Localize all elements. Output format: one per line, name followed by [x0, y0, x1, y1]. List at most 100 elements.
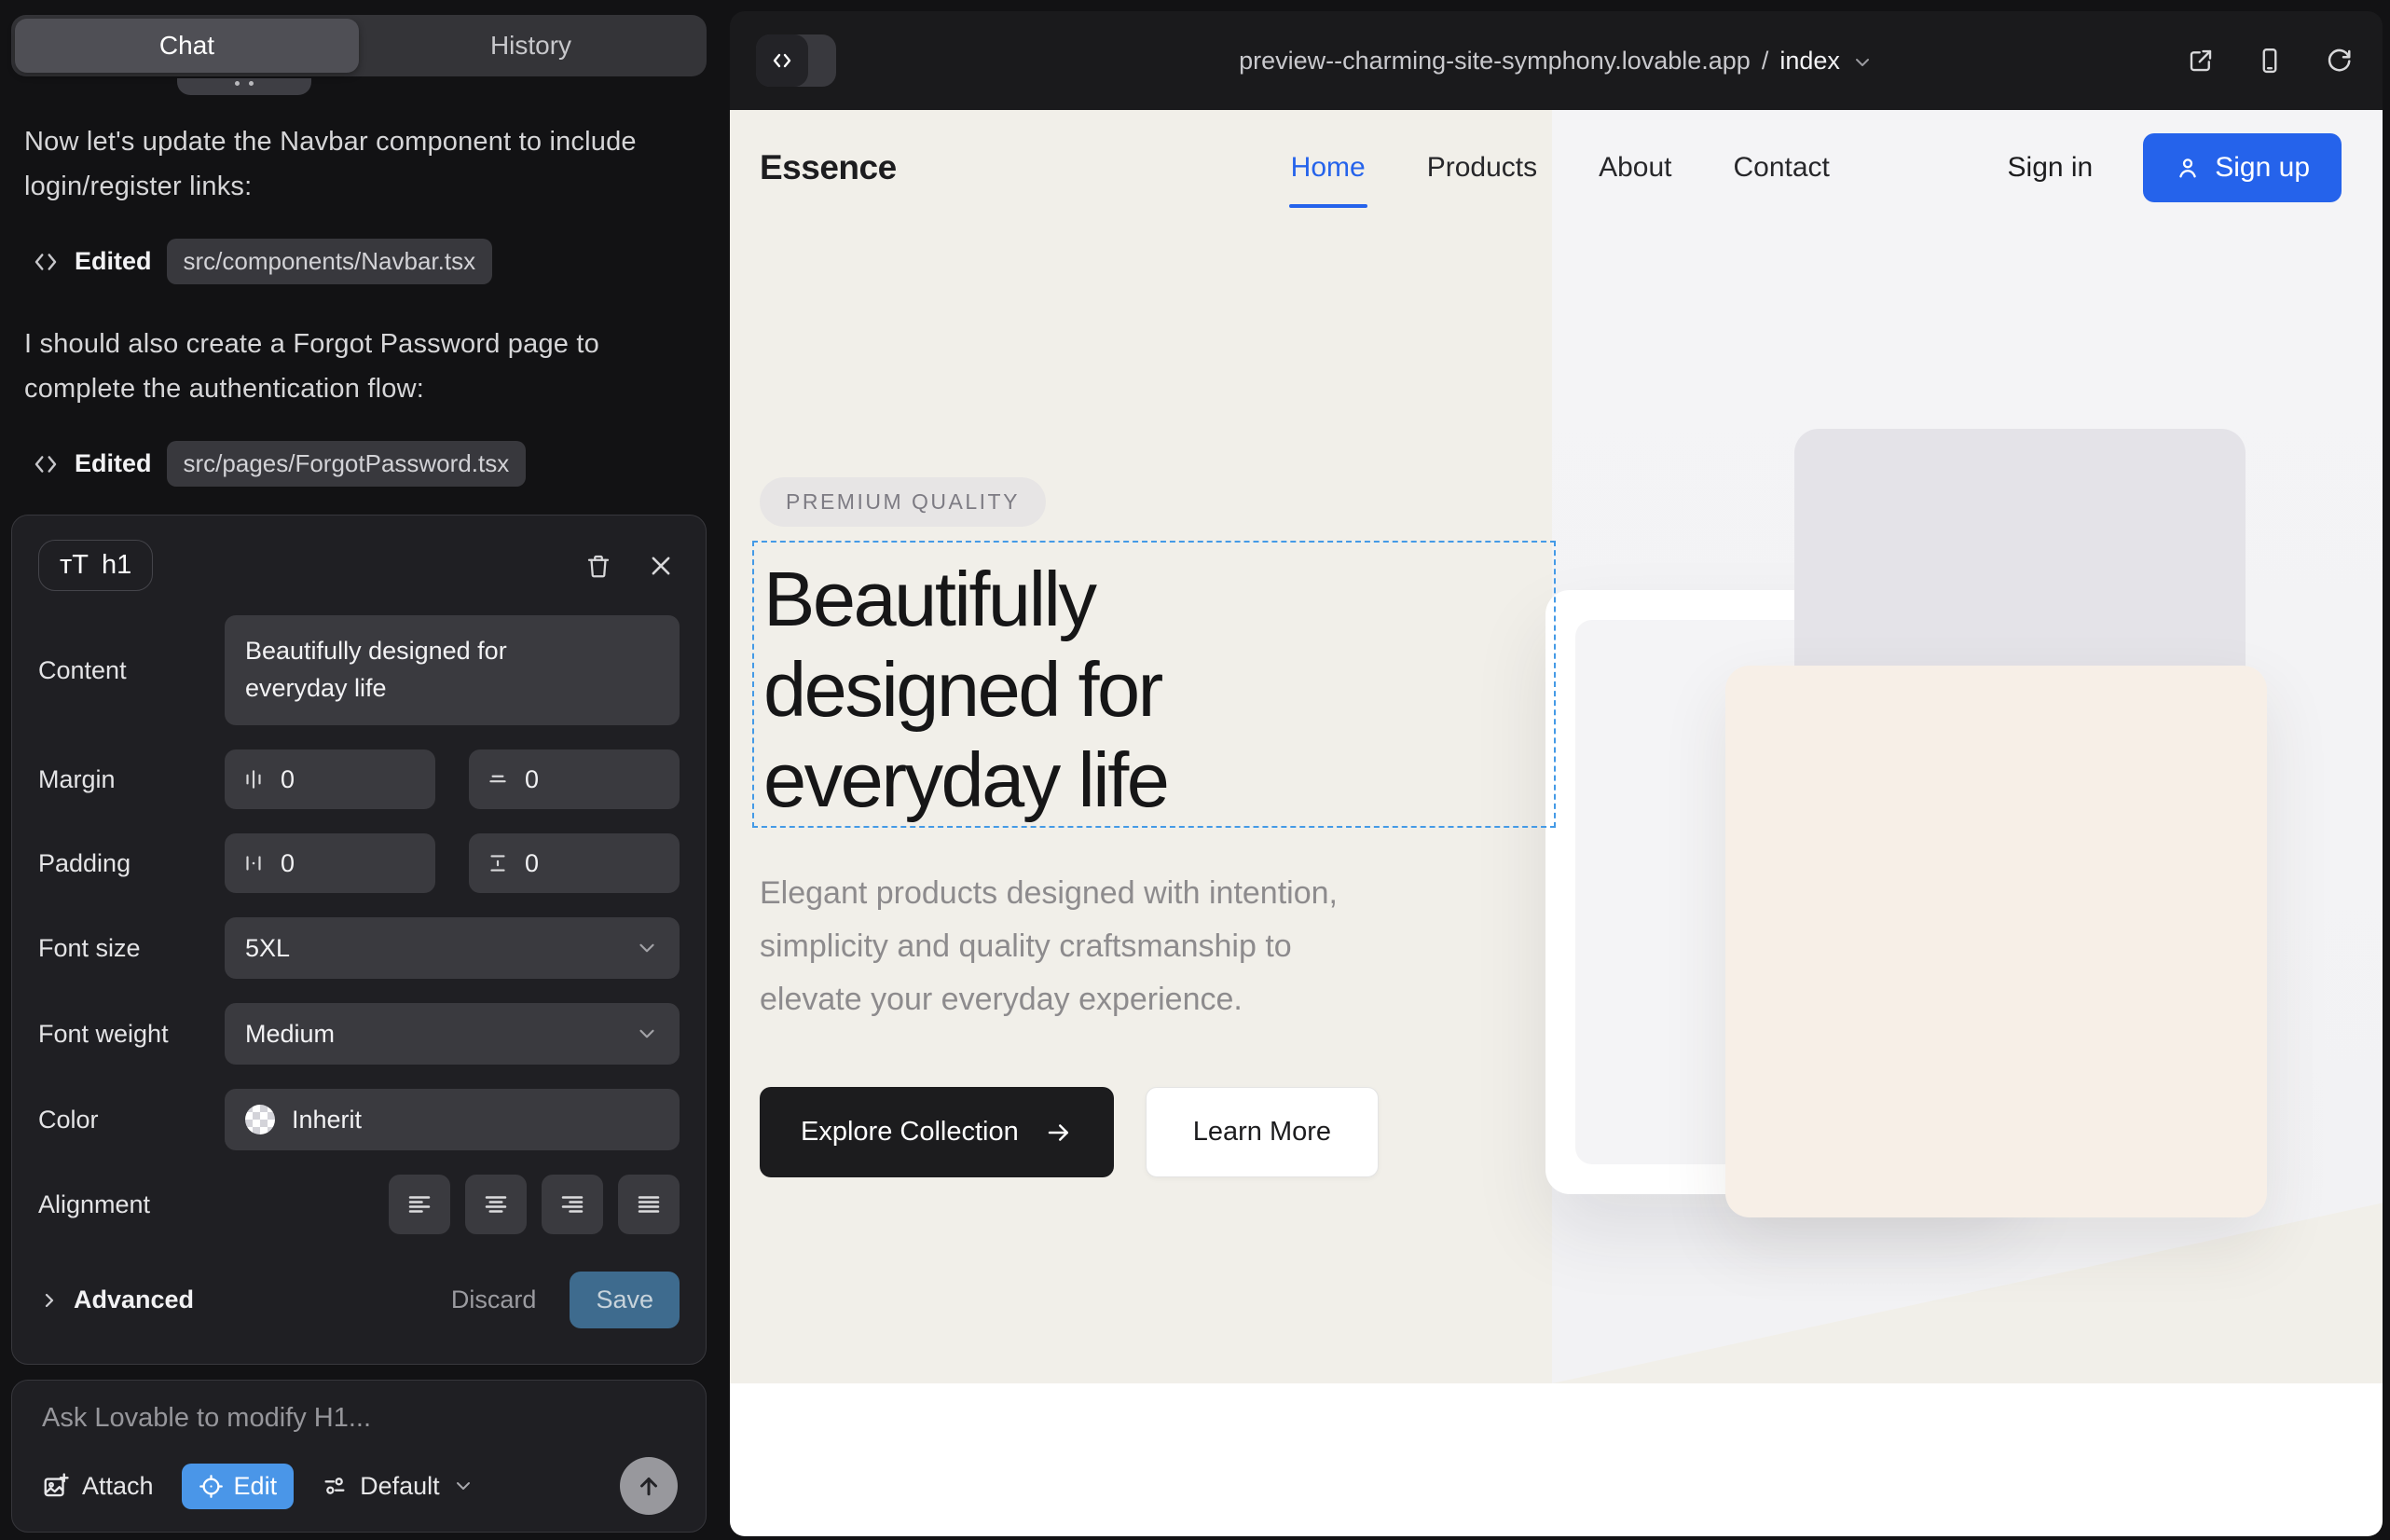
attach-button[interactable]: Attach	[42, 1472, 154, 1501]
hero-heading[interactable]: Beautifully designed for everyday life	[763, 554, 1167, 825]
content-input[interactable]: Beautifully designed for everyday life	[225, 615, 680, 725]
nav-link-about[interactable]: About	[1599, 152, 1671, 184]
person-icon	[2175, 155, 2201, 181]
sign-in-button[interactable]: Sign in	[2008, 152, 2094, 184]
align-center-button[interactable]	[465, 1175, 527, 1234]
delete-element-button[interactable]	[579, 546, 618, 585]
site-navbar: Essence Home Products About Contact Sign…	[730, 110, 2383, 226]
hero-section: Essence Home Products About Contact Sign…	[730, 110, 2383, 1383]
alignment-label: Alignment	[38, 1190, 225, 1219]
chat-sidebar: Chat History Now let's update the Navbar…	[0, 0, 720, 1540]
tab-history[interactable]: History	[359, 19, 703, 73]
font-weight-value: Medium	[245, 1020, 335, 1049]
hero-paragraph-line: Elegant products designed with intention…	[760, 867, 1338, 920]
padding-label: Padding	[38, 849, 225, 878]
font-size-value: 5XL	[245, 934, 290, 963]
edit-label: Edit	[234, 1472, 278, 1501]
chat-composer: Ask Lovable to modify H1... Attach Edit …	[11, 1380, 707, 1533]
arrow-up-icon	[635, 1472, 663, 1500]
chevron-down-icon	[635, 1022, 659, 1046]
nav-link-products[interactable]: Products	[1427, 152, 1537, 184]
explore-collection-button[interactable]: Explore Collection	[760, 1087, 1114, 1177]
align-justify-button[interactable]	[618, 1175, 680, 1234]
chevron-right-icon	[38, 1289, 61, 1312]
padding-y-input[interactable]: 0	[469, 833, 680, 893]
margin-x-input[interactable]: 0	[225, 749, 435, 809]
sidebar-tabs: Chat History	[11, 15, 707, 76]
arrow-right-icon	[1045, 1119, 1073, 1147]
url-path: index	[1779, 47, 1840, 76]
color-select[interactable]: Inherit	[225, 1089, 680, 1150]
hero-paragraph: Elegant products designed with intention…	[760, 867, 1338, 1026]
edited-file-row: Edited src/pages/ForgotPassword.tsx	[32, 441, 692, 487]
font-weight-select[interactable]: Medium	[225, 1003, 680, 1065]
align-right-button[interactable]	[542, 1175, 603, 1234]
color-label: Color	[38, 1106, 225, 1134]
edited-label: Edited	[75, 247, 152, 276]
padding-y-value: 0	[525, 849, 539, 878]
close-editor-button[interactable]	[642, 547, 680, 584]
sign-up-button[interactable]: Sign up	[2143, 133, 2342, 202]
selected-element-badge: тT h1	[38, 540, 153, 591]
url-bar[interactable]: preview--charming-site-symphony.lovable.…	[730, 11, 2383, 110]
attach-image-icon	[42, 1472, 70, 1500]
attach-label: Attach	[82, 1472, 154, 1501]
learn-more-button[interactable]: Learn More	[1146, 1087, 1379, 1177]
composer-input[interactable]: Ask Lovable to modify H1...	[42, 1403, 676, 1434]
edit-mode-button[interactable]: Edit	[182, 1464, 295, 1509]
hero-heading-line: Beautifully	[763, 554, 1167, 644]
chat-messages: Now let's update the Navbar component to…	[24, 119, 692, 524]
nav-link-contact[interactable]: Contact	[1734, 152, 1830, 184]
advanced-label: Advanced	[74, 1286, 194, 1314]
font-weight-label: Font weight	[38, 1020, 225, 1049]
element-tag: h1	[102, 550, 131, 581]
margin-label: Margin	[38, 765, 225, 794]
site-logo[interactable]: Essence	[760, 148, 897, 187]
advanced-toggle[interactable]: Advanced	[38, 1286, 194, 1314]
sign-up-label: Sign up	[2215, 152, 2310, 184]
edited-label: Edited	[75, 449, 152, 478]
discard-button[interactable]: Discard	[451, 1286, 537, 1314]
content-line: Beautifully designed for	[245, 632, 659, 669]
font-size-label: Font size	[38, 934, 225, 963]
assistant-message: Now let's update the Navbar component to…	[24, 119, 692, 209]
url-host: preview--charming-site-symphony.lovable.…	[1239, 47, 1751, 76]
margin-y-input[interactable]: 0	[469, 749, 680, 809]
preview-page: Essence Home Products About Contact Sign…	[730, 110, 2383, 1536]
send-button[interactable]	[620, 1457, 678, 1515]
margin-y-value: 0	[525, 765, 539, 794]
tab-chat[interactable]: Chat	[15, 19, 359, 73]
browser-toolbar: preview--charming-site-symphony.lovable.…	[730, 11, 2383, 110]
preview-browser: preview--charming-site-symphony.lovable.…	[730, 11, 2383, 1536]
margin-horizontal-icon	[241, 767, 266, 791]
mobile-view-button[interactable]	[2252, 43, 2287, 78]
margin-x-value: 0	[281, 765, 295, 794]
edited-file-chip[interactable]: src/pages/ForgotPassword.tsx	[167, 441, 527, 487]
mode-select[interactable]: Default	[322, 1472, 474, 1501]
nav-link-home[interactable]: Home	[1291, 152, 1366, 184]
type-icon: тT	[60, 550, 89, 581]
code-preview-toggle[interactable]	[756, 34, 836, 87]
hero-paragraph-line: simplicity and quality craftsmanship to	[760, 920, 1338, 973]
chevron-down-icon	[635, 936, 659, 960]
padding-x-value: 0	[281, 849, 295, 878]
hero-heading-line: designed for	[763, 644, 1167, 735]
edited-file-row: Edited src/components/Navbar.tsx	[32, 239, 692, 284]
padding-x-input[interactable]: 0	[225, 833, 435, 893]
selection-outline[interactable]: Beautifully designed for everyday life	[752, 541, 1556, 828]
target-icon	[199, 1474, 224, 1499]
hero-heading-line: everyday life	[763, 735, 1167, 825]
align-left-button[interactable]	[389, 1175, 450, 1234]
font-size-select[interactable]: 5XL	[225, 917, 680, 979]
content-line: everyday life	[245, 669, 659, 707]
edited-file-chip[interactable]: src/components/Navbar.tsx	[167, 239, 493, 284]
padding-horizontal-icon	[241, 851, 266, 875]
refresh-button[interactable]	[2321, 43, 2356, 78]
assistant-message: I should also create a Forgot Password p…	[24, 322, 692, 411]
chevron-down-icon	[1851, 51, 1874, 74]
explore-collection-label: Explore Collection	[801, 1117, 1019, 1148]
save-button[interactable]: Save	[570, 1272, 680, 1328]
url-separator: /	[1762, 47, 1769, 76]
open-external-button[interactable]	[2183, 43, 2218, 78]
transparency-swatch-icon	[245, 1105, 275, 1134]
